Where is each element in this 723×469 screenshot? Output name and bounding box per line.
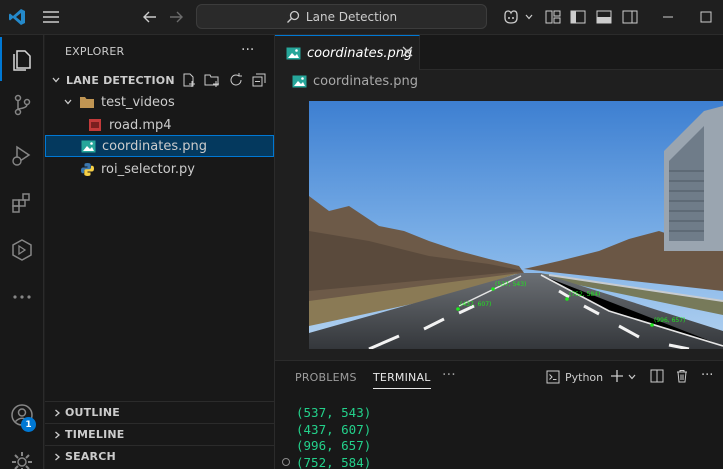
terminal-shell-selector[interactable]: Python: [546, 370, 603, 384]
image-preview-area: (537, 543) (437, 607) (752, 584) (996, 6…: [275, 92, 723, 360]
outline-section[interactable]: OUTLINE: [45, 401, 274, 423]
tab-problems[interactable]: PROBLEMS: [295, 371, 357, 384]
image-annotation-label: (437, 607): [460, 301, 491, 308]
section-title: OUTLINE: [65, 406, 121, 419]
menu-icon[interactable]: [40, 6, 62, 28]
explorer-icon[interactable]: [0, 37, 44, 81]
explorer-title: EXPLORER: [65, 45, 125, 58]
chevron-right-icon: [49, 449, 65, 465]
chevron-right-icon: [49, 427, 65, 443]
bottom-panel: PROBLEMS TERMINAL ··· Python ··· (537, 5…: [275, 360, 723, 469]
close-icon[interactable]: [402, 46, 413, 61]
search-label: Lane Detection: [305, 9, 398, 24]
image-file-icon: [291, 73, 307, 89]
tree-file-roi-selector-py[interactable]: roi_selector.py: [45, 158, 274, 180]
video-file-icon: [87, 117, 103, 133]
command-decoration-icon[interactable]: [282, 458, 290, 466]
tree-file-road-mp4[interactable]: road.mp4: [45, 114, 274, 136]
folder-icon: [79, 94, 95, 110]
toggle-panel-icon[interactable]: [593, 6, 615, 28]
collapse-all-icon[interactable]: [251, 72, 267, 92]
maximize-icon[interactable]: [695, 6, 717, 28]
tree-item-label: roi_selector.py: [101, 161, 195, 177]
toggle-primary-sidebar-icon[interactable]: [567, 6, 589, 28]
accounts-badge: 1: [21, 417, 36, 432]
tree-folder-test-videos[interactable]: test_videos: [45, 91, 274, 113]
timeline-section[interactable]: TIMELINE: [45, 423, 274, 445]
active-indicator: [0, 37, 2, 81]
remote-explorer-icon[interactable]: [0, 228, 44, 272]
road-image: (537, 543) (437, 607) (752, 584) (996, 6…: [309, 101, 723, 349]
search-icon: [286, 10, 300, 23]
tab-terminal[interactable]: TERMINAL: [373, 371, 431, 389]
new-file-icon[interactable]: [181, 72, 197, 92]
refresh-icon[interactable]: [228, 72, 244, 92]
chevron-down-icon: [60, 94, 76, 110]
accounts-icon[interactable]: 1: [0, 393, 44, 437]
extensions-icon[interactable]: [0, 181, 44, 225]
title-bar: Lane Detection: [0, 0, 723, 35]
tab-coordinates-png[interactable]: coordinates.png: [275, 35, 420, 70]
workspace-folder-header[interactable]: LANE DETECTION: [45, 69, 274, 91]
customize-layout-icon[interactable]: [542, 6, 564, 28]
editor-tabs: coordinates.png: [275, 35, 723, 70]
new-folder-icon[interactable]: [204, 72, 220, 92]
terminal-line: (996, 657): [296, 438, 372, 453]
tree-file-coordinates-png[interactable]: coordinates.png: [45, 135, 274, 157]
section-title: TIMELINE: [65, 428, 125, 441]
trash-icon[interactable]: [675, 369, 689, 386]
forward-arrow-icon[interactable]: [165, 6, 187, 28]
image-annotation-label: (537, 543): [495, 281, 526, 288]
explorer-sidebar: EXPLORER ··· LANE DETECTION test_videos: [45, 35, 275, 469]
terminal-line: (537, 543): [296, 405, 372, 420]
image-file-icon: [285, 45, 301, 61]
panel-more-actions-icon[interactable]: ···: [701, 368, 713, 383]
run-debug-icon[interactable]: [0, 133, 44, 177]
search-section[interactable]: SEARCH: [45, 445, 274, 467]
minimize-icon[interactable]: [657, 6, 679, 28]
shell-label: Python: [565, 370, 604, 384]
terminal-line: (752, 584): [296, 455, 372, 469]
image-annotation-label: (996, 657): [654, 317, 685, 324]
section-title: SEARCH: [65, 450, 116, 463]
tree-item-label: coordinates.png: [102, 138, 207, 154]
chevron-down-icon[interactable]: [627, 371, 637, 385]
tree-item-label: test_videos: [101, 94, 175, 110]
split-terminal-icon[interactable]: [650, 369, 664, 386]
explorer-more-actions-icon[interactable]: ···: [241, 42, 254, 58]
vscode-logo-icon: [6, 6, 28, 28]
chevron-down-icon: [48, 72, 64, 88]
python-file-icon: [79, 161, 95, 177]
manage-gear-icon[interactable]: [0, 440, 44, 469]
breadcrumb: coordinates.png: [275, 70, 723, 92]
activity-bar: 1: [0, 35, 44, 469]
tab-label: coordinates.png: [307, 45, 413, 61]
command-center-search[interactable]: Lane Detection: [196, 4, 487, 29]
tree-item-label: road.mp4: [109, 117, 172, 133]
toggle-secondary-sidebar-icon[interactable]: [619, 6, 641, 28]
source-control-icon[interactable]: [0, 83, 44, 127]
back-arrow-icon[interactable]: [139, 6, 161, 28]
image-file-icon: [80, 138, 96, 154]
terminal-icon: [546, 370, 560, 384]
new-terminal-icon[interactable]: [610, 369, 624, 386]
breadcrumb-item[interactable]: coordinates.png: [313, 74, 418, 89]
workspace-folder-name: LANE DETECTION: [66, 73, 175, 87]
image-annotation-label: (752, 584): [569, 291, 600, 298]
copilot-dropdown-icon[interactable]: [518, 6, 540, 28]
chevron-right-icon: [49, 405, 65, 421]
more-views-icon[interactable]: [0, 275, 44, 319]
terminal-line: (437, 607): [296, 422, 372, 437]
panel-more-icon[interactable]: ···: [442, 367, 456, 383]
